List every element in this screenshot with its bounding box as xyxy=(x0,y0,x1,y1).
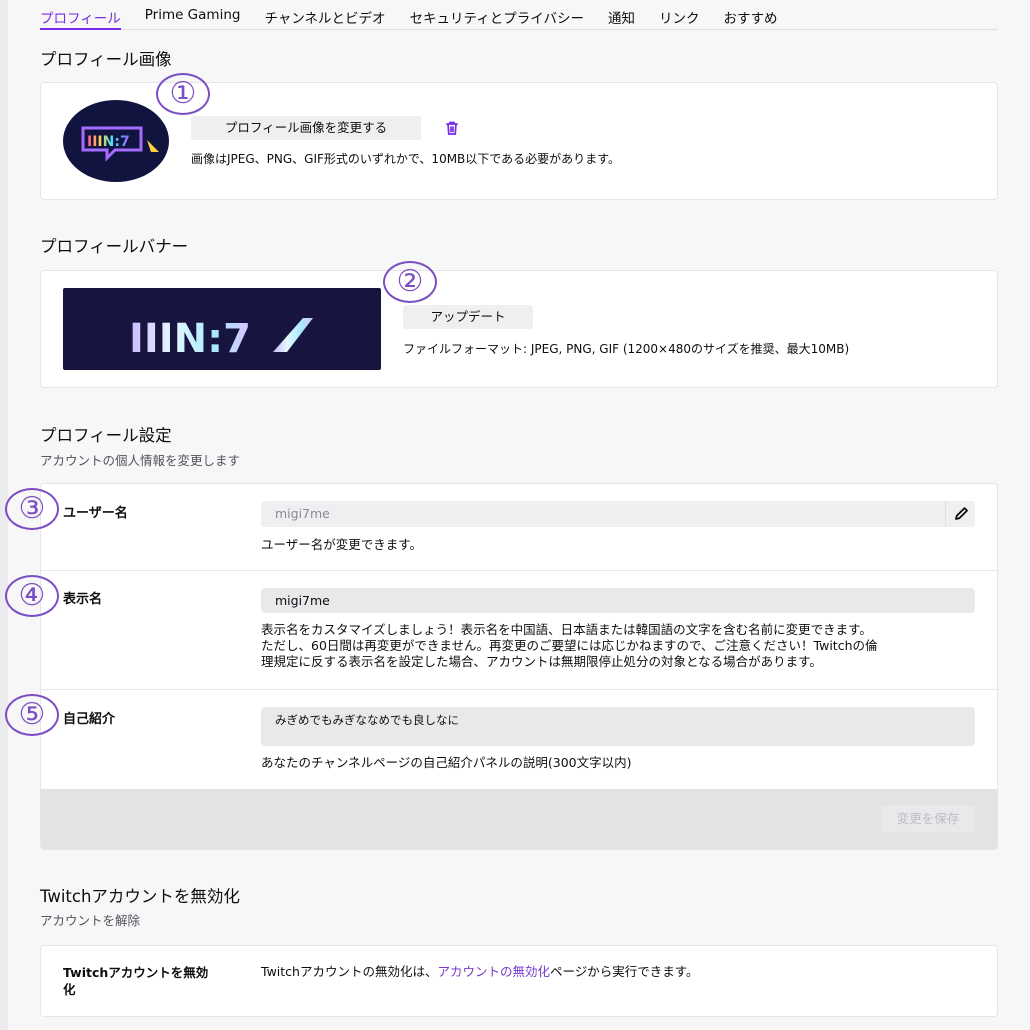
tab-security-and-privacy[interactable]: セキュリティとプライバシー xyxy=(410,0,584,29)
display-name-hint-line-3: 理規定に反する表示名を設定した場合、アカウントは無期限停止処分の対象となる場合が… xyxy=(261,654,822,669)
annotation-marker-1: ① xyxy=(156,73,210,115)
banner-hint: ファイルフォーマット: JPEG, PNG, GIF (1200×480のサイズ… xyxy=(403,342,850,356)
deactivate-text-after: ページから実行できます。 xyxy=(549,964,699,979)
settings-footer: 変更を保存 xyxy=(41,789,997,849)
deactivate-heading: Twitchアカウントを無効化 xyxy=(40,887,240,906)
trash-icon[interactable] xyxy=(443,119,461,137)
pencil-icon xyxy=(955,507,968,520)
deactivate-card: Twitchアカウントを無効 化 Twitchアカウントの無効化は、アカウントの… xyxy=(40,945,998,1017)
profile-banner-card: IIIN:7 アップデート ファイルフォーマット: JPEG, PNG, GIF… xyxy=(40,261,998,388)
banner-logo-icon: IIIN:7 xyxy=(129,316,313,362)
deactivate-subheading: アカウントを解除 xyxy=(40,913,141,928)
display-name-hint-line-2: ただし、60日間は再変更ができません。再変更のご要望には応じかねますので、ご注意… xyxy=(261,638,878,653)
username-label: ユーザー名 xyxy=(63,506,128,521)
profile-banner-heading: プロフィールバナー xyxy=(40,237,189,256)
username-field[interactable]: migi7me xyxy=(261,501,975,527)
profile-image-heading: プロフィール画像 xyxy=(40,50,172,69)
svg-text:IIIN:7: IIIN:7 xyxy=(87,134,130,150)
tab-connections[interactable]: リンク xyxy=(659,0,700,29)
display-name-hint-line-1: 表示名をカスタマイズしましょう！表示名を中国語、日本語または韓国語の文字を含む名… xyxy=(261,622,872,637)
annotation-marker-4: ④ xyxy=(5,575,59,617)
update-banner-button[interactable]: アップデート xyxy=(403,305,533,329)
display-name-hint: 表示名をカスタマイズしましょう！表示名を中国語、日本語または韓国語の文字を含む名… xyxy=(261,622,878,670)
tab-prime-gaming[interactable]: Prime Gaming xyxy=(145,0,241,29)
profile-avatar: IIIN:7 xyxy=(63,100,169,182)
svg-text:IIIN:7: IIIN:7 xyxy=(129,316,251,362)
profile-settings-subheading: アカウントの個人情報を変更します xyxy=(40,453,241,468)
tab-profile[interactable]: プロフィール xyxy=(40,0,121,30)
row-divider xyxy=(41,689,997,690)
settings-tab-bar: プロフィール Prime Gaming チャンネルとビデオ セキュリティとプライ… xyxy=(40,0,998,30)
edit-username-button[interactable] xyxy=(945,501,975,527)
profile-settings-heading: プロフィール設定 xyxy=(40,426,172,445)
username-hint: ユーザー名が変更できます。 xyxy=(261,537,423,552)
annotation-marker-2: ② xyxy=(383,261,437,303)
display-name-field[interactable]: migi7me xyxy=(261,588,975,613)
deactivate-row-label: Twitchアカウントを無効 化 xyxy=(63,964,208,998)
deactivate-text-before: Twitchアカウントの無効化は、 xyxy=(261,964,438,979)
deactivate-description: Twitchアカウントの無効化は、アカウントの無効化ページから実行できます。 xyxy=(261,964,699,980)
tab-recommendations[interactable]: おすすめ xyxy=(723,0,777,29)
tab-notifications[interactable]: 通知 xyxy=(608,0,635,29)
display-name-label: 表示名 xyxy=(63,592,103,607)
row-divider xyxy=(41,570,997,571)
deactivate-row-label-line-1: Twitchアカウントを無効 xyxy=(63,965,209,980)
annotation-marker-5: ⑤ xyxy=(5,694,59,736)
profile-banner-image: IIIN:7 xyxy=(63,288,381,370)
avatar-logo-icon: IIIN:7 xyxy=(81,126,159,162)
bio-hint: あなたのチャンネルページの自己紹介パネルの説明(300文字以内) xyxy=(261,755,632,770)
save-changes-button[interactable]: 変更を保存 xyxy=(881,805,975,832)
deactivate-account-link[interactable]: アカウントの無効化 xyxy=(437,964,550,979)
profile-settings-card: ユーザー名 migi7me ユーザー名が変更できます。 ③ 表示名 migi7m… xyxy=(5,483,998,850)
profile-image-hint: 画像はJPEG、PNG、GIF形式のいずれかで、10MB以下である必要があります… xyxy=(191,152,620,166)
profile-image-card: IIIN:7 プロフィール画像を変更する 画像はJPEG、PNG、GIF形式のい… xyxy=(40,73,998,200)
bio-label: 自己紹介 xyxy=(63,712,116,727)
annotation-marker-3: ③ xyxy=(5,488,59,530)
change-profile-image-button[interactable]: プロフィール画像を変更する xyxy=(191,116,421,140)
deactivate-row-label-line-2: 化 xyxy=(63,982,76,997)
bio-textarea[interactable]: みぎめでもみぎななめでも良しなに xyxy=(261,707,975,746)
tab-channel-and-videos[interactable]: チャンネルとビデオ xyxy=(264,0,385,29)
